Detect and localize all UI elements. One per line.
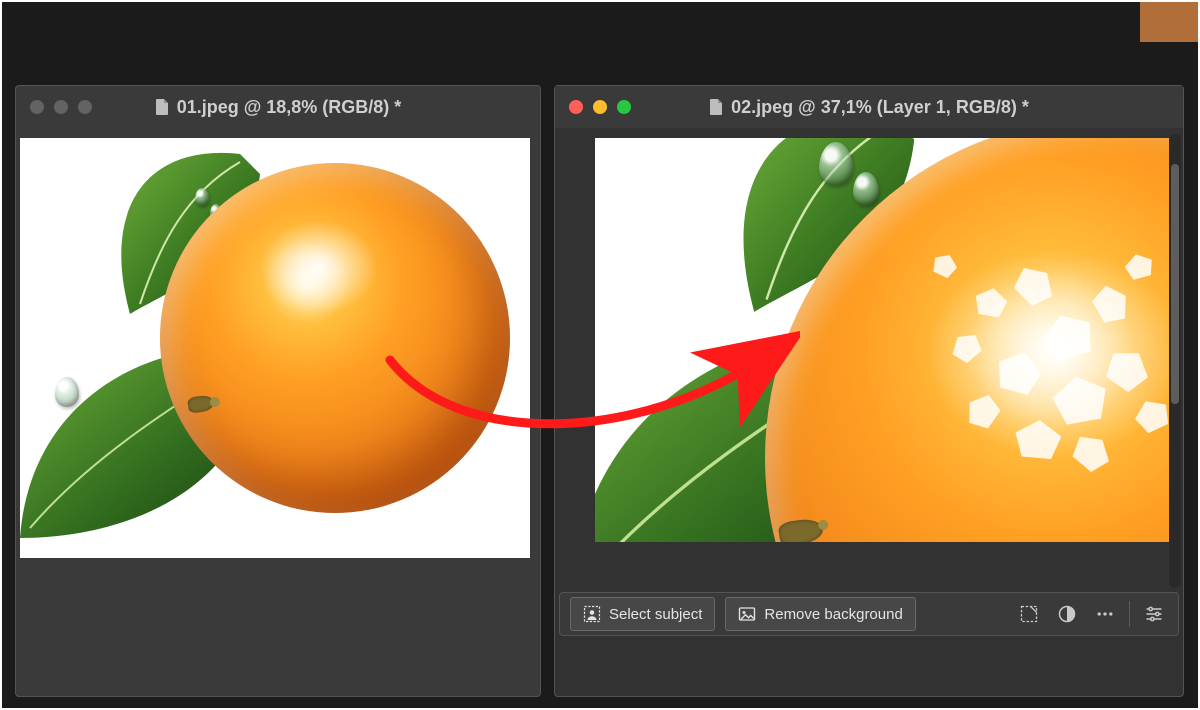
document-title: 02.jpeg @ 37,1% (Layer 1, RGB/8) * [709, 97, 1029, 118]
contextual-task-bar: Select subject Remove background [559, 592, 1179, 636]
close-button[interactable] [569, 100, 583, 114]
image-icon [738, 605, 756, 623]
transform-selection-button[interactable] [1015, 600, 1043, 628]
bar-properties-button[interactable] [1140, 600, 1168, 628]
create-adjustment-button[interactable] [1053, 600, 1081, 628]
document-icon [155, 99, 169, 115]
minimize-button[interactable] [54, 100, 68, 114]
close-button[interactable] [30, 100, 44, 114]
document-title-text: 02.jpeg @ 37,1% (Layer 1, RGB/8) * [731, 97, 1029, 118]
more-actions-button[interactable] [1091, 600, 1119, 628]
titlebar[interactable]: 01.jpeg @ 18,8% (RGB/8) * [16, 86, 540, 128]
document-title-text: 01.jpeg @ 18,8% (RGB/8) * [177, 97, 402, 118]
water-drop-illustration [853, 172, 879, 206]
document-window-02: 02.jpeg @ 37,1% (Layer 1, RGB/8) * [554, 85, 1184, 697]
scrollbar-thumb[interactable] [1171, 164, 1179, 404]
zoom-button[interactable] [617, 100, 631, 114]
person-marquee-icon [583, 605, 601, 623]
document-icon [709, 99, 723, 115]
remove-background-button[interactable]: Remove background [725, 597, 915, 631]
orange-fruit-illustration [160, 163, 510, 513]
canvas[interactable] [20, 138, 530, 558]
water-drop-illustration [819, 142, 853, 186]
separator [1129, 601, 1130, 627]
water-drop-illustration [55, 377, 79, 407]
window-controls [30, 100, 92, 114]
crop-marquee-icon [1019, 604, 1039, 624]
foreground-color-swatch[interactable] [1140, 2, 1198, 42]
window-controls [569, 100, 631, 114]
button-label: Select subject [609, 606, 702, 623]
sliders-icon [1144, 604, 1164, 624]
select-subject-button[interactable]: Select subject [570, 597, 715, 631]
titlebar[interactable]: 02.jpeg @ 37,1% (Layer 1, RGB/8) * [555, 86, 1183, 128]
document-window-01: 01.jpeg @ 18,8% (RGB/8) * [15, 85, 541, 697]
vertical-scrollbar[interactable] [1169, 134, 1181, 588]
water-drop-illustration [195, 188, 209, 206]
button-label: Remove background [764, 606, 902, 623]
minimize-button[interactable] [593, 100, 607, 114]
document-title: 01.jpeg @ 18,8% (RGB/8) * [155, 97, 402, 118]
zoom-button[interactable] [78, 100, 92, 114]
canvas[interactable] [595, 138, 1173, 542]
adjust-contrast-icon [1057, 604, 1077, 624]
more-horizontal-icon [1094, 604, 1116, 624]
